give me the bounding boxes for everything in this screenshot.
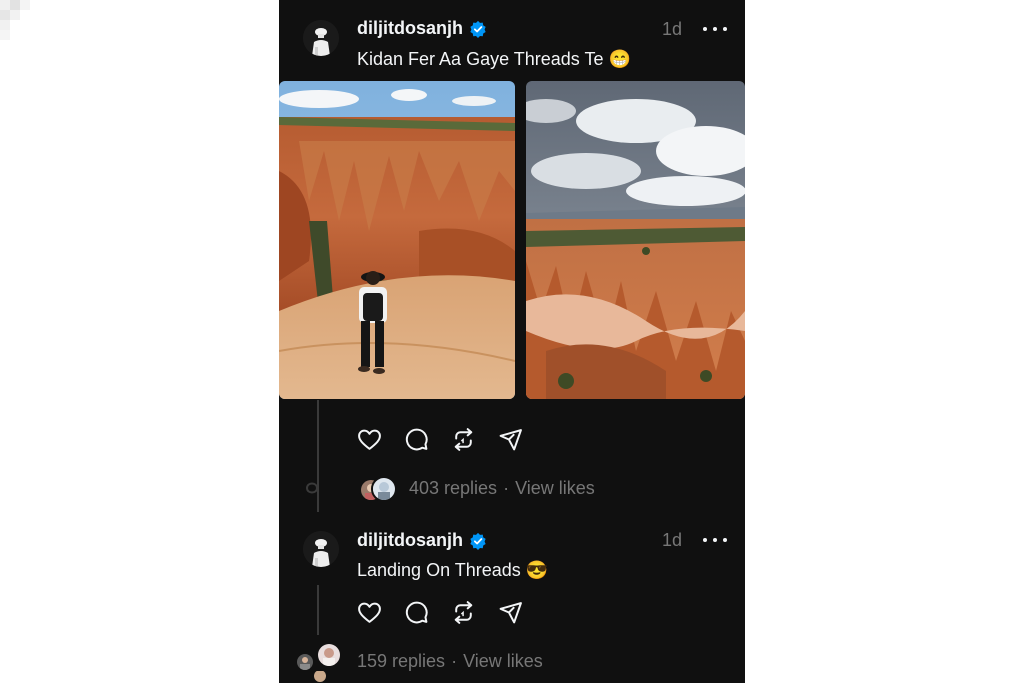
username-text[interactable]: diljitdosanjh [357, 530, 463, 551]
thread-line [317, 585, 319, 635]
avatar[interactable] [303, 531, 339, 567]
more-options-icon[interactable] [703, 19, 727, 39]
more-options-icon[interactable] [703, 530, 727, 550]
post-photo[interactable] [526, 81, 745, 399]
post-actions [357, 600, 523, 625]
post-stats: 403 replies · View likes [409, 478, 595, 499]
stats-separator: · [451, 651, 458, 671]
heart-icon[interactable] [357, 600, 382, 625]
verified-badge-icon [470, 20, 486, 38]
liker-avatar [295, 652, 315, 672]
post-stats: 159 replies · View likes [357, 651, 543, 672]
repost-icon[interactable] [451, 427, 476, 452]
post-username[interactable]: diljitdosanjh [357, 530, 487, 551]
heart-icon[interactable] [357, 427, 382, 452]
liker-avatar [371, 476, 397, 502]
view-likes-link[interactable]: View likes [463, 651, 543, 672]
threads-feed: diljitdosanjh 1d Kidan Fer Aa Gaye Threa… [279, 0, 745, 683]
view-likes-link[interactable]: View likes [515, 478, 595, 499]
post-actions [357, 427, 523, 452]
post-time: 1d [662, 19, 683, 39]
avatar[interactable] [303, 20, 339, 56]
comment-icon[interactable] [404, 427, 429, 452]
replies-count[interactable]: 403 replies [409, 478, 497, 499]
username-text[interactable]: diljitdosanjh [357, 18, 463, 39]
post-caption: Landing On Threads 😎 [357, 560, 549, 580]
repost-icon[interactable] [451, 600, 476, 625]
send-icon[interactable] [498, 427, 523, 452]
post-caption: Kidan Fer Aa Gaye Threads Te 😁 [357, 49, 631, 69]
liker-avatar [312, 668, 328, 683]
post-username[interactable]: diljitdosanjh [357, 18, 487, 39]
send-icon[interactable] [498, 600, 523, 625]
comment-icon[interactable] [404, 600, 429, 625]
thread-loop-icon [305, 482, 319, 494]
verified-badge-icon [470, 532, 486, 550]
stats-separator: · [503, 478, 510, 498]
post-time: 1d [662, 530, 683, 550]
corner-artifact [0, 0, 40, 40]
liker-avatar [316, 642, 342, 668]
post-photo[interactable] [279, 81, 515, 399]
replies-count[interactable]: 159 replies [357, 651, 445, 672]
